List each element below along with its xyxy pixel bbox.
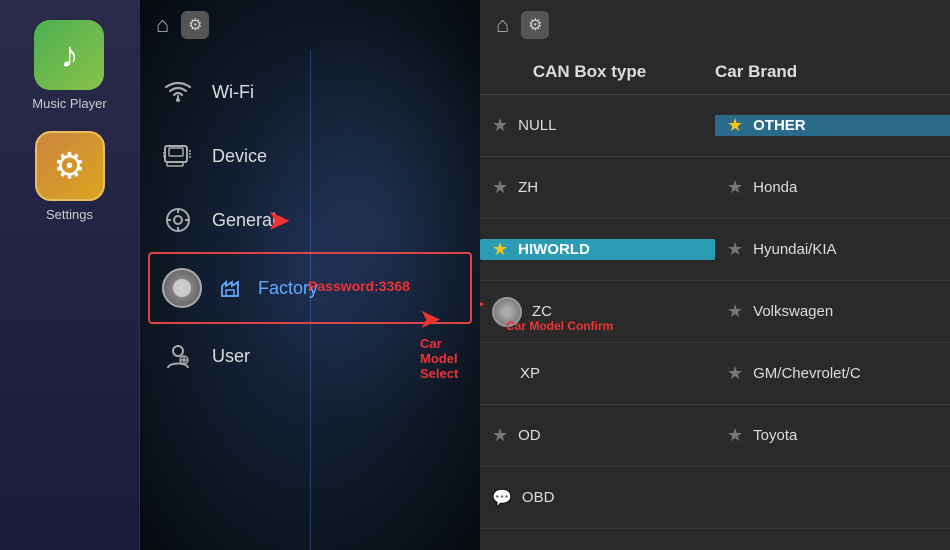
toggle-inner xyxy=(173,279,191,297)
star-icon-hyundai: ★ xyxy=(727,239,743,260)
factory-toggle[interactable] xyxy=(162,268,202,308)
star-icon-null: ★ xyxy=(492,115,508,136)
obd-chat-icon: 💬 xyxy=(492,488,512,508)
user-icon xyxy=(160,338,196,374)
can-row-0-right[interactable]: ★ OTHER xyxy=(715,115,950,136)
factory-icon xyxy=(212,270,248,306)
right-gear-symbol: ⚙ xyxy=(528,15,542,35)
car-brand-header: Car Brand xyxy=(699,58,950,86)
settings-app[interactable]: ⚙ Settings xyxy=(35,131,105,222)
can-row-1-left[interactable]: ★ ZH xyxy=(480,177,715,198)
can-row-0-left[interactable]: ★ NULL xyxy=(480,115,715,136)
can-row-3-right[interactable]: ★ Volkswagen xyxy=(715,301,950,322)
middle-panel: ⌂ ⚙ Wi-Fi ➤ xyxy=(140,0,480,550)
star-icon-gm: ★ xyxy=(727,363,743,384)
can-row-4-right[interactable]: ★ GM/Chevrolet/C xyxy=(715,363,950,384)
right-home-icon[interactable]: ⌂ xyxy=(496,12,509,38)
can-row-4: XP ★ GM/Chevrolet/C xyxy=(480,343,950,405)
row-label-xp: XP xyxy=(520,365,540,382)
row-label-od: OD xyxy=(518,427,541,444)
right-top-bar: ⌂ ⚙ xyxy=(480,0,950,50)
row-label-other: OTHER xyxy=(753,117,806,134)
star-icon-honda: ★ xyxy=(727,177,743,198)
row-label-gm: GM/Chevrolet/C xyxy=(753,365,861,382)
menu-item-wifi[interactable]: Wi-Fi xyxy=(140,60,480,124)
right-panel: ⌂ ⚙ CAN Box type Car Brand ★ NULL ★ OTHE… xyxy=(480,0,950,550)
menu-item-factory[interactable]: Factory ➤ xyxy=(148,252,472,324)
wifi-label: Wi-Fi xyxy=(212,82,254,103)
right-gear-icon[interactable]: ⚙ xyxy=(521,11,549,39)
middle-home-icon[interactable]: ⌂ xyxy=(156,12,169,38)
row-label-null: NULL xyxy=(518,117,556,134)
can-row-2-right[interactable]: ★ Hyundai/KIA xyxy=(715,239,950,260)
can-row-4-left[interactable]: XP xyxy=(480,365,715,382)
menu-item-device[interactable]: Device xyxy=(140,124,480,188)
music-player-label: Music Player xyxy=(32,96,106,111)
row-label-zc: ZC xyxy=(532,303,552,320)
menu-item-general[interactable]: General xyxy=(140,188,480,252)
general-label: General xyxy=(212,210,276,231)
music-player-icon-box: ♪ xyxy=(34,20,104,90)
row-label-hyundai: Hyundai/KIA xyxy=(753,241,836,258)
star-icon-od: ★ xyxy=(492,425,508,446)
factory-label: Factory xyxy=(258,278,318,299)
menu-item-user[interactable]: User xyxy=(140,324,480,388)
wifi-icon xyxy=(160,74,196,110)
device-label: Device xyxy=(212,146,267,167)
row-label-zh: ZH xyxy=(518,179,538,196)
gear-symbol: ⚙ xyxy=(188,15,202,35)
can-row-5-left[interactable]: ★ OD xyxy=(480,425,715,446)
middle-top-bar: ⌂ ⚙ xyxy=(140,0,480,50)
menu-list: Wi-Fi ➤ Device xyxy=(140,50,480,398)
star-icon-zh: ★ xyxy=(492,177,508,198)
star-icon-hiworld: ★ xyxy=(492,239,508,260)
music-player-app[interactable]: ♪ Music Player xyxy=(32,20,106,111)
settings-icon-box: ⚙ xyxy=(35,131,105,201)
can-row-3: ZC ★ Volkswagen ➤ Car Model Confirm xyxy=(480,281,950,343)
settings-gear-icon: ⚙ xyxy=(53,145,85,187)
can-rows: ★ NULL ★ OTHER ★ ZH ★ Honda ★ HIWORLD xyxy=(480,95,950,550)
settings-label: Settings xyxy=(46,207,93,222)
music-note-icon: ♪ xyxy=(60,34,78,76)
star-icon-volkswagen: ★ xyxy=(727,301,743,322)
can-row-1: ★ ZH ★ Honda xyxy=(480,157,950,219)
middle-gear-icon[interactable]: ⚙ xyxy=(181,11,209,39)
row-label-toyota: Toyota xyxy=(753,427,797,444)
can-row-6: 💬 OBD xyxy=(480,467,950,529)
can-row-6-left[interactable]: 💬 OBD xyxy=(480,488,715,508)
can-row-3-left[interactable]: ZC xyxy=(480,297,715,327)
row-label-obd: OBD xyxy=(522,489,555,506)
row-label-honda: Honda xyxy=(753,179,797,196)
user-label: User xyxy=(212,346,250,367)
can-row-0: ★ NULL ★ OTHER xyxy=(480,95,950,157)
can-box-type-header: CAN Box type xyxy=(480,58,699,86)
can-row-2-left[interactable]: ★ HIWORLD xyxy=(480,239,715,260)
can-row-1-right[interactable]: ★ Honda xyxy=(715,177,950,198)
row-label-hiworld: HIWORLD xyxy=(518,241,590,258)
star-icon-toyota: ★ xyxy=(727,425,743,446)
can-row-2: ★ HIWORLD ★ Hyundai/KIA xyxy=(480,219,950,281)
row-label-volkswagen: Volkswagen xyxy=(753,303,833,320)
device-icon xyxy=(160,138,196,174)
can-box-header: CAN Box type Car Brand xyxy=(480,50,950,95)
star-icon-other: ★ xyxy=(727,115,743,136)
can-row-5-right[interactable]: ★ Toyota xyxy=(715,425,950,446)
zc-toggle[interactable] xyxy=(492,297,522,327)
can-row-5: ★ OD ★ Toyota xyxy=(480,405,950,467)
sidebar: ♪ Music Player ⚙ Settings xyxy=(0,0,140,550)
general-icon xyxy=(160,202,196,238)
